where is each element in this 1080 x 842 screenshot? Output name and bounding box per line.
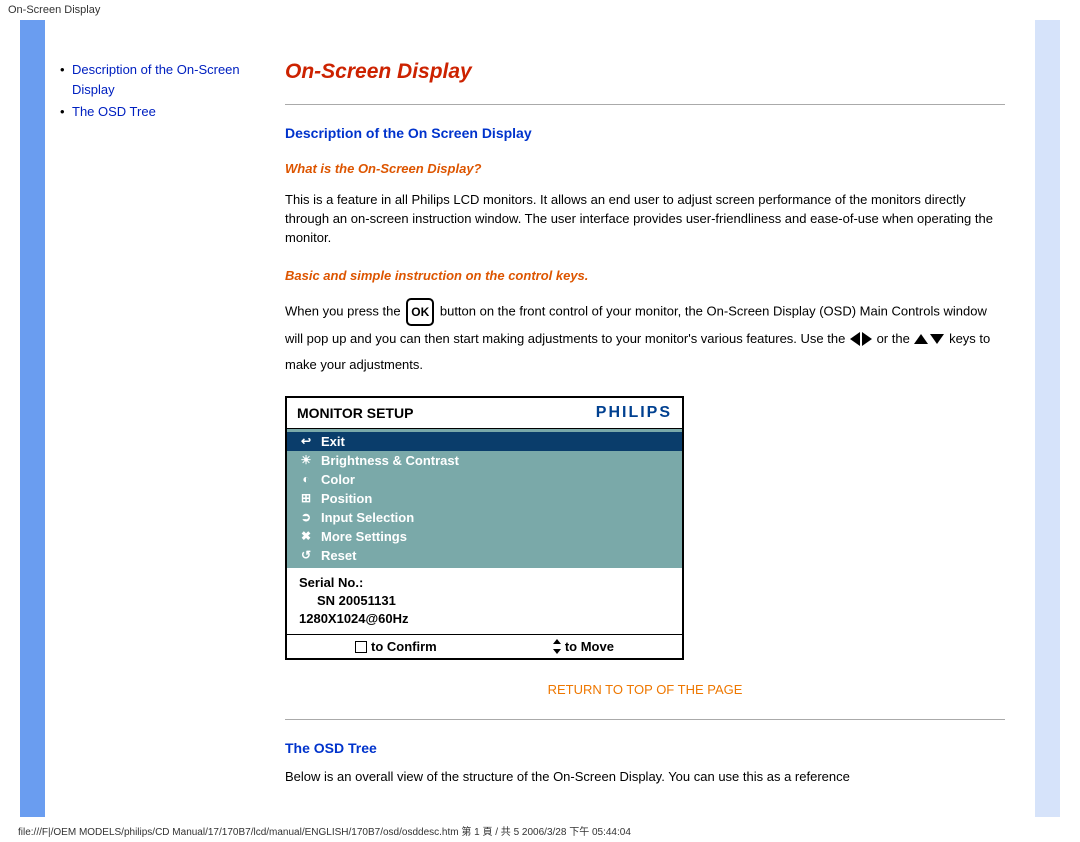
osd-item-label: Position	[321, 491, 372, 506]
osd-item-label: Input Selection	[321, 510, 414, 525]
arrow-down-icon	[930, 334, 944, 344]
osd-menu-item: ☀ Brightness & Contrast	[287, 451, 682, 470]
footer-file-path: file:///F|/OEM MODELS/philips/CD Manual/…	[0, 817, 1080, 842]
page-title: On-Screen Display	[285, 60, 1005, 84]
serial-value: SN 20051131	[299, 592, 670, 610]
osd-screenshot: MONITOR SETUP PHILIPS ↩ Exit ☀ Brightness &…	[285, 396, 684, 661]
subheading-what-is-osd: What is the On-Screen Display?	[285, 161, 1005, 176]
osd-header: MONITOR SETUP PHILIPS	[287, 398, 682, 429]
browser-title: On-Screen Display	[0, 0, 1080, 20]
paragraph-control-keys: When you press the OK button on the fron…	[285, 298, 1005, 378]
osd-item-icon: ◐	[299, 472, 313, 486]
text-part-c: or the	[877, 331, 914, 346]
section-heading-osd-tree: The OSD Tree	[285, 740, 1005, 756]
sidebar-link-description[interactable]: Description of the On-Screen Display	[72, 62, 240, 97]
paragraph-osd-desc: This is a feature in all Philips LCD mon…	[285, 191, 1005, 248]
ok-button-icon: OK	[406, 298, 434, 326]
confirm-icon	[355, 641, 367, 653]
osd-item-label: Brightness & Contrast	[321, 453, 459, 468]
right-decorative-stripe	[1035, 20, 1060, 817]
move-icon	[553, 639, 561, 654]
divider	[285, 719, 1005, 720]
text-part-a: When you press the	[285, 303, 404, 318]
osd-status-block: Serial No.: SN 20051131 1280X1024@60Hz	[287, 568, 682, 635]
move-label: to Move	[565, 639, 614, 654]
return-to-top[interactable]: RETURN TO TOP OF THE PAGE	[285, 682, 1005, 697]
osd-item-label: Color	[321, 472, 355, 487]
osd-menu-item: ◐ Color	[287, 470, 682, 489]
osd-header-title: MONITOR SETUP	[297, 405, 413, 421]
arrow-left-icon	[850, 332, 860, 346]
osd-item-icon: ↩	[299, 434, 313, 448]
resolution-value: 1280X1024@60Hz	[299, 610, 670, 628]
osd-menu-item: ↩ Exit	[287, 432, 682, 451]
osd-item-label: Reset	[321, 548, 356, 563]
sidebar-item-description[interactable]: Description of the On-Screen Display	[60, 60, 245, 99]
osd-item-label: Exit	[321, 434, 345, 449]
confirm-hint: to Confirm	[355, 639, 437, 654]
sidebar-item-osd-tree[interactable]: The OSD Tree	[60, 102, 245, 122]
move-hint: to Move	[553, 639, 614, 654]
osd-item-label: More Settings	[321, 529, 407, 544]
confirm-label: to Confirm	[371, 639, 437, 654]
brand-logo: PHILIPS	[596, 404, 672, 422]
osd-item-icon: ✖	[299, 529, 313, 543]
left-decorative-stripe	[20, 20, 45, 817]
sidebar-nav: Description of the On-Screen Display The…	[45, 20, 255, 817]
osd-menu-item: ⊞ Position	[287, 489, 682, 508]
return-to-top-link[interactable]: RETURN TO TOP OF THE PAGE	[548, 682, 743, 697]
osd-item-icon: ☀	[299, 453, 313, 467]
arrow-right-icon	[862, 332, 872, 346]
paragraph-osd-tree: Below is an overall view of the structur…	[285, 768, 1005, 787]
divider	[285, 104, 1005, 105]
section-heading-description: Description of the On Screen Display	[285, 125, 1005, 141]
osd-menu-item: ↺ Reset	[287, 546, 682, 565]
serial-label: Serial No.:	[299, 574, 670, 592]
page-wrap: Description of the On-Screen Display The…	[20, 20, 1060, 817]
osd-footer: to Confirm to Move	[287, 634, 682, 658]
osd-item-icon: ➲	[299, 510, 313, 524]
osd-item-icon: ↺	[299, 548, 313, 562]
osd-menu-item: ✖ More Settings	[287, 527, 682, 546]
osd-menu-list: ↩ Exit ☀ Brightness & Contrast ◐ Color ⊞ Positi…	[287, 429, 682, 568]
subheading-basic-instruction: Basic and simple instruction on the cont…	[285, 268, 1005, 283]
osd-menu-item: ➲ Input Selection	[287, 508, 682, 527]
osd-item-icon: ⊞	[299, 491, 313, 505]
main-content: On-Screen Display Description of the On …	[255, 20, 1035, 817]
arrow-up-icon	[914, 334, 928, 344]
sidebar-link-osd-tree[interactable]: The OSD Tree	[72, 104, 156, 119]
